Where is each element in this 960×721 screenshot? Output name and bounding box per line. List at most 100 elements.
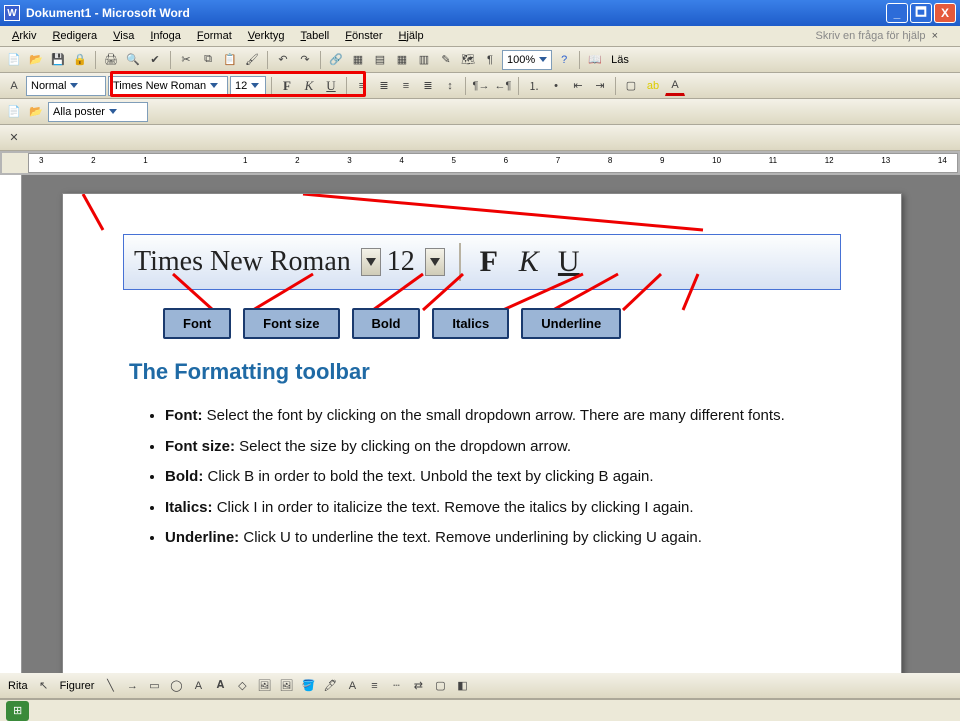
drawing-button[interactable]: ✎ [436, 50, 456, 70]
ruler-mark: 1 [143, 156, 147, 165]
clipart-button[interactable]: 🖼 [254, 676, 274, 696]
menu-redigera[interactable]: Redigera [44, 28, 105, 44]
shadow-button[interactable]: ▢ [430, 676, 450, 696]
document-scroll-area[interactable]: Times New Roman 12 F K U Font Font size … [22, 175, 960, 673]
mail-recipients-value: Alla poster [53, 106, 105, 118]
oval-button[interactable]: ◯ [166, 676, 186, 696]
dash-style-button[interactable]: ┄ [386, 676, 406, 696]
undo-button[interactable]: ↶ [273, 50, 293, 70]
menu-format[interactable]: Format [189, 28, 240, 44]
window-titlebar: W Dokument1 - Microsoft Word _ 🗖 X [0, 0, 960, 26]
bullet-text: Click B in order to bold the text. Unbol… [203, 468, 653, 485]
menu-visa[interactable]: Visa [105, 28, 142, 44]
save-button[interactable]: 💾 [48, 50, 68, 70]
3d-button[interactable]: ◧ [452, 676, 472, 696]
format-painter-button[interactable]: 🖌 [242, 50, 262, 70]
menu-tabell[interactable]: Tabell [292, 28, 337, 44]
bullet-term: Font size: [165, 438, 235, 455]
read-button[interactable]: 📖 [585, 50, 605, 70]
maximize-button[interactable]: 🗖 [910, 3, 932, 23]
justify-button[interactable]: ≣ [418, 76, 438, 96]
help-search-box[interactable]: Skriv en fråga för hjälp [816, 30, 957, 42]
arrow-button[interactable]: → [122, 676, 142, 696]
textbox-button[interactable]: A [188, 676, 208, 696]
menu-infoga[interactable]: Infoga [142, 28, 189, 44]
align-center-button[interactable]: ≣ [374, 76, 394, 96]
zoom-select[interactable]: 100% [502, 50, 552, 70]
columns-button[interactable]: ▥ [414, 50, 434, 70]
bullet-term: Bold: [165, 468, 203, 485]
picture-button[interactable]: 🖼 [276, 676, 296, 696]
mail-recipients-select[interactable]: Alla poster [48, 102, 148, 122]
align-left-button[interactable]: ≡ [352, 76, 372, 96]
line-color-button[interactable]: 🖊 [320, 676, 340, 696]
bold-button[interactable]: F [277, 76, 297, 96]
line-style-button[interactable]: ≡ [364, 676, 384, 696]
print-preview-button[interactable]: 🔍 [123, 50, 143, 70]
rectangle-button[interactable]: ▭ [144, 676, 164, 696]
line-spacing-button[interactable]: ↕ [440, 76, 460, 96]
ruler-scale[interactable]: 3 2 1 1 2 3 4 5 6 7 8 9 10 11 12 13 14 [28, 153, 958, 173]
close-header-button[interactable]: ✕ [4, 128, 24, 148]
underline-button[interactable]: U [321, 76, 341, 96]
separator [459, 243, 461, 281]
diagram-button[interactable]: ◇ [232, 676, 252, 696]
borders-button[interactable]: ▢ [621, 76, 641, 96]
bullets-button[interactable]: • [546, 76, 566, 96]
rtl-button[interactable]: ←¶ [493, 76, 513, 96]
new-doc-button[interactable]: 📄 [4, 50, 24, 70]
menu-fonster[interactable]: Fönster [337, 28, 390, 44]
align-right-button[interactable]: ≡ [396, 76, 416, 96]
styles-pane-button[interactable]: A [4, 76, 24, 96]
table-insert-button[interactable]: ▤ [370, 50, 390, 70]
autoshapes-menu[interactable]: Figurer [56, 680, 99, 692]
fill-color-button[interactable]: 🪣 [298, 676, 318, 696]
bullet-text: Select the font by clicking on the small… [202, 407, 784, 424]
close-button[interactable]: X [934, 3, 956, 23]
cut-button[interactable]: ✂ [176, 50, 196, 70]
redo-button[interactable]: ↷ [295, 50, 315, 70]
docmap-button[interactable]: 🗺 [458, 50, 478, 70]
line-button[interactable]: ╲ [100, 676, 120, 696]
permission-button[interactable]: 🔒 [70, 50, 90, 70]
ruler-vertical[interactable] [0, 175, 22, 673]
font-color-button-draw[interactable]: A [342, 676, 362, 696]
numbering-button[interactable]: ⒈ [524, 76, 544, 96]
copy-button[interactable]: ⧉ [198, 50, 218, 70]
menu-verktyg[interactable]: Verktyg [240, 28, 293, 44]
print-button[interactable]: 🖨 [101, 50, 121, 70]
help-button[interactable]: ? [554, 50, 574, 70]
callout-italics: Italics [432, 308, 509, 339]
hyperlink-button[interactable]: 🔗 [326, 50, 346, 70]
wordart-button[interactable]: 𝐀 [210, 676, 230, 696]
increase-indent-button[interactable]: ⇥ [590, 76, 610, 96]
arrow-style-button[interactable]: ⇄ [408, 676, 428, 696]
spellcheck-button[interactable]: ✔ [145, 50, 165, 70]
menu-arkiv[interactable]: Arkiv [4, 28, 44, 44]
decrease-indent-button[interactable]: ⇤ [568, 76, 588, 96]
ruler-mark: 8 [608, 156, 612, 165]
style-select[interactable]: Normal [26, 76, 106, 96]
bullet-text: Click I in order to italicize the text. … [213, 499, 694, 516]
menu-hjalp[interactable]: Hjälp [391, 28, 432, 44]
ltr-button[interactable]: ¶→ [471, 76, 491, 96]
font-select[interactable]: Times New Roman [108, 76, 228, 96]
open-button[interactable]: 📂 [26, 50, 46, 70]
font-color-button[interactable]: A [665, 76, 685, 96]
paragraph-marks-button[interactable]: ¶ [480, 50, 500, 70]
tables-button[interactable]: ▦ [348, 50, 368, 70]
select-objects-button[interactable]: ↖ [34, 676, 54, 696]
mail-setup-button[interactable]: 📄 [4, 102, 24, 122]
italic-button[interactable]: K [299, 76, 319, 96]
mail-open-button[interactable]: 📂 [26, 102, 46, 122]
ruler-mark: 9 [660, 156, 664, 165]
minimize-button[interactable]: _ [886, 3, 908, 23]
zoomed-formatting-toolbar: Times New Roman 12 F K U [123, 234, 841, 290]
paste-button[interactable]: 📋 [220, 50, 240, 70]
start-button[interactable]: ⊞ [6, 701, 29, 721]
excel-button[interactable]: ▦ [392, 50, 412, 70]
ruler-mark: 14 [938, 156, 947, 165]
draw-menu[interactable]: Rita [4, 680, 32, 692]
font-size-select[interactable]: 12 [230, 76, 266, 96]
highlight-button[interactable]: ab [643, 76, 663, 96]
